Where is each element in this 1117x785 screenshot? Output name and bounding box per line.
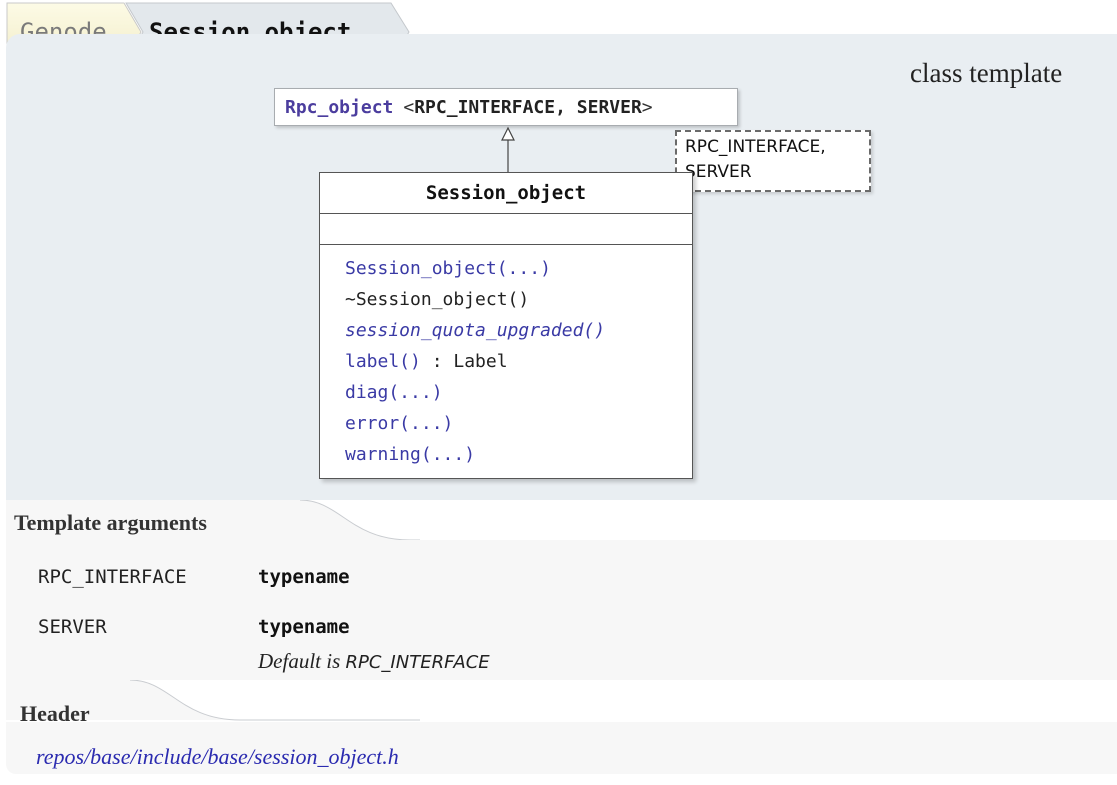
arg-default: Default is RPC_INTERFACE — [258, 649, 490, 674]
template-params-box: RPC_INTERFACE, SERVER — [675, 130, 871, 192]
method-name[interactable]: diag(...) — [345, 382, 443, 403]
class-title-row: Session_object — [320, 173, 692, 214]
method-item: warning(...) — [345, 439, 692, 470]
method-return-type: : Label — [420, 351, 508, 372]
arg-name: SERVER — [38, 616, 107, 638]
method-name[interactable]: error(...) — [345, 413, 453, 434]
method-item: Session_object(...) — [345, 253, 692, 284]
template-close-bracket: > — [641, 96, 653, 118]
method-item: diag(...) — [345, 377, 692, 408]
method-name[interactable]: warning(...) — [345, 444, 475, 465]
arg-default-value: RPC_INTERFACE — [345, 652, 490, 673]
class-box: Session_object Session_object(...) ~Sessi… — [319, 172, 693, 479]
arg-default-prefix: Default is — [258, 649, 346, 673]
parent-class-box[interactable]: Rpc_object < RPC_INTERFACE, SERVER > — [274, 88, 738, 126]
method-name[interactable]: session_quota_upgraded() — [345, 320, 605, 341]
method-name[interactable]: Session_object(...) — [345, 258, 551, 279]
parent-class-link[interactable]: Rpc_object — [285, 97, 393, 118]
inheritance-arrow — [501, 126, 515, 172]
header-file-link[interactable]: repos/base/include/base/session_object.h — [36, 744, 399, 770]
arg-type: typename — [258, 616, 350, 638]
template-param: RPC_INTERFACE, — [685, 137, 826, 157]
template-args-title: Template arguments — [14, 510, 207, 535]
arg-name: RPC_INTERFACE — [38, 566, 187, 588]
method-name: ~Session_object() — [345, 289, 530, 310]
method-list: Session_object(...) ~Session_object()sess… — [320, 245, 692, 470]
template-args-tab: Template arguments — [0, 500, 420, 542]
method-item: error(...) — [345, 408, 692, 439]
parent-template-args: RPC_INTERFACE, SERVER — [414, 96, 642, 118]
template-args-panel — [6, 540, 1117, 680]
template-open-bracket: < — [403, 96, 415, 118]
method-item: ~Session_object() — [345, 284, 692, 315]
method-name[interactable]: label() — [345, 351, 421, 372]
method-item: label() : Label — [345, 346, 692, 377]
method-item: session_quota_upgraded() — [345, 315, 692, 346]
attributes-section — [320, 214, 692, 245]
arg-type: typename — [258, 566, 350, 588]
class-kind-label: class template — [910, 58, 1063, 88]
class-title: Session_object — [425, 182, 587, 204]
template-param: SERVER — [685, 162, 752, 182]
